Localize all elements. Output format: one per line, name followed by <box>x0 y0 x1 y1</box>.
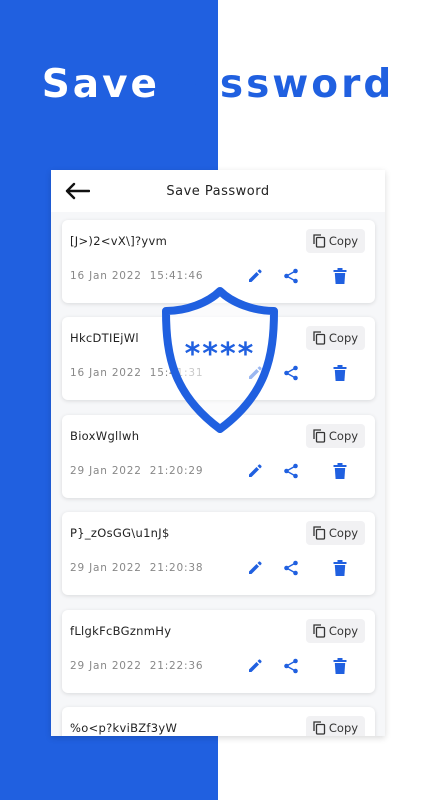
copy-icon <box>313 429 326 443</box>
copy-button[interactable]: Copy <box>306 229 365 253</box>
trash-icon <box>333 658 347 674</box>
pencil-icon <box>249 269 262 282</box>
copy-icon <box>313 721 326 735</box>
delete-button[interactable] <box>329 362 351 384</box>
trash-icon <box>333 560 347 576</box>
date-text: 29 Jan 2022 <box>70 562 142 574</box>
share-button[interactable] <box>280 265 302 287</box>
date-text: 16 Jan 2022 <box>70 270 142 282</box>
password-text: P}_zOsGG\u1nJ$ <box>70 526 170 540</box>
pencil-icon <box>249 366 262 379</box>
share-button[interactable] <box>280 557 302 579</box>
copy-label: Copy <box>328 526 359 540</box>
copy-button[interactable]: Copy <box>306 326 365 350</box>
trash-icon <box>333 463 347 479</box>
edit-button[interactable] <box>244 557 266 579</box>
share-button[interactable] <box>280 362 302 384</box>
password-text: [J>)2<vX\]?yvm <box>70 234 168 248</box>
copy-label: Copy <box>328 331 359 345</box>
page-title: Save Password <box>166 183 270 199</box>
trash-icon <box>333 268 347 284</box>
copy-label: Copy <box>328 624 359 638</box>
share-icon <box>284 365 298 381</box>
password-card: [J>)2<vX\]?yvm Copy 16 Jan 2022 15:41:46 <box>62 220 375 303</box>
share-button[interactable] <box>280 655 302 677</box>
delete-button[interactable] <box>329 265 351 287</box>
password-card: BioxWgllwh Copy 29 Jan 2022 21:20:29 <box>62 415 375 498</box>
share-icon <box>284 268 298 284</box>
timestamp: 16 Jan 2022 15:41:46 <box>70 270 203 282</box>
edit-button[interactable] <box>244 362 266 384</box>
pencil-icon <box>249 659 262 672</box>
date-text: 29 Jan 2022 <box>70 465 142 477</box>
delete-button[interactable] <box>329 460 351 482</box>
password-text: %o<p?kviBZf3yW <box>70 721 178 735</box>
copy-icon <box>313 331 326 345</box>
date-text: 29 Jan 2022 <box>70 660 142 672</box>
password-text: HkcDTIEjWl <box>70 331 139 345</box>
copy-icon <box>313 526 326 540</box>
pencil-icon <box>249 561 262 574</box>
pencil-icon <box>249 464 262 477</box>
timestamp: 29 Jan 2022 21:20:38 <box>70 562 203 574</box>
arrow-left-icon <box>65 182 90 200</box>
password-text: fLlgkFcBGznmHy <box>70 624 172 638</box>
timestamp: 29 Jan 2022 21:20:29 <box>70 465 203 477</box>
time-text: 21:22:36 <box>149 660 204 672</box>
password-text: BioxWgllwh <box>70 429 140 443</box>
edit-button[interactable] <box>244 655 266 677</box>
copy-button[interactable]: Copy <box>306 619 365 643</box>
password-card: HkcDTIEjWl Copy 16 Jan 2022 15:41:31 <box>62 317 375 400</box>
copy-label: Copy <box>328 234 359 248</box>
back-button[interactable] <box>63 179 91 203</box>
timestamp: 29 Jan 2022 21:22:36 <box>70 660 203 672</box>
share-button[interactable] <box>280 460 302 482</box>
phone-screen: Save Password [J>)2<vX\]?yvm Copy 16 Jan… <box>51 170 385 736</box>
time-text: 15:41:46 <box>149 270 204 282</box>
edit-button[interactable] <box>244 265 266 287</box>
hero-title-password: Password <box>160 62 395 107</box>
time-text: 21:20:38 <box>149 562 204 574</box>
copy-label: Copy <box>328 429 359 443</box>
hero-title: SavePassword <box>0 62 436 107</box>
share-icon <box>284 463 298 479</box>
edit-button[interactable] <box>244 460 266 482</box>
trash-icon <box>333 365 347 381</box>
password-card: %o<p?kviBZf3yW Copy <box>62 707 375 736</box>
delete-button[interactable] <box>329 655 351 677</box>
copy-label: Copy <box>328 721 359 735</box>
timestamp: 16 Jan 2022 15:41:31 <box>70 367 203 379</box>
copy-icon <box>313 624 326 638</box>
copy-icon <box>313 234 326 248</box>
share-icon <box>284 560 298 576</box>
copy-button[interactable]: Copy <box>306 424 365 448</box>
time-text: 21:20:29 <box>149 465 204 477</box>
time-text: 15:41:31 <box>149 367 204 379</box>
delete-button[interactable] <box>329 557 351 579</box>
hero-title-save: Save <box>41 62 160 107</box>
password-card: P}_zOsGG\u1nJ$ Copy 29 Jan 2022 21:20:38 <box>62 512 375 595</box>
password-card: fLlgkFcBGznmHy Copy 29 Jan 2022 21:22:36 <box>62 610 375 693</box>
share-icon <box>284 658 298 674</box>
copy-button[interactable]: Copy <box>306 521 365 545</box>
app-bar: Save Password <box>51 170 385 212</box>
copy-button[interactable]: Copy <box>306 716 365 736</box>
date-text: 16 Jan 2022 <box>70 367 142 379</box>
